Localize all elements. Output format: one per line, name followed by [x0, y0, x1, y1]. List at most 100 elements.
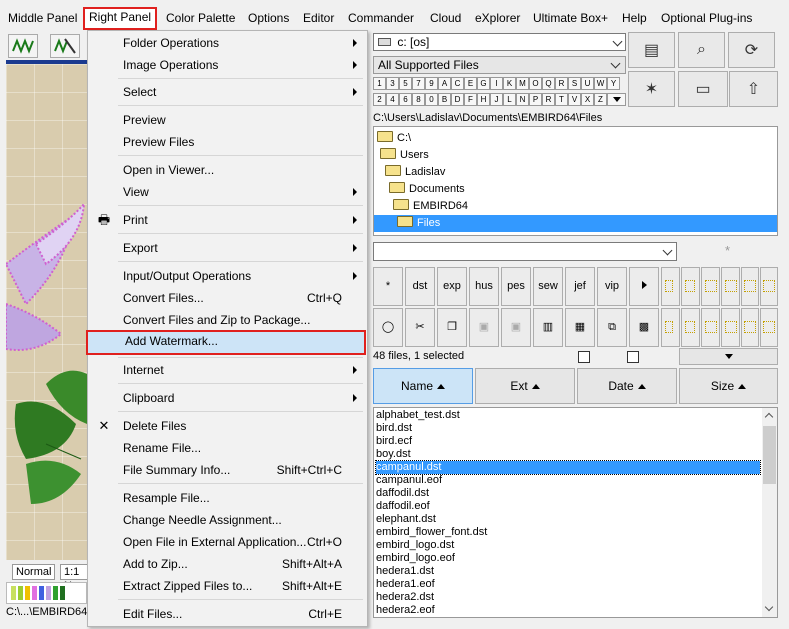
stitch-view-button[interactable]	[8, 34, 38, 58]
list-item[interactable]: alphabet_test.dst	[376, 409, 460, 422]
jump-button[interactable]: 9	[425, 77, 438, 90]
column-ext[interactable]: Ext	[475, 368, 575, 404]
jump-button[interactable]: X	[581, 93, 594, 106]
list-item[interactable]: bird.dst	[376, 422, 412, 435]
search-button[interactable]: ⌕	[678, 32, 725, 68]
checkbox-2[interactable]	[627, 351, 639, 363]
list-item[interactable]: elephant.dst	[376, 513, 436, 526]
scroll-down-icon[interactable]	[764, 602, 774, 612]
grid-2-button[interactable]	[681, 267, 700, 306]
save-button[interactable]: ▦	[565, 308, 595, 347]
format-vip-button[interactable]: vip	[597, 267, 627, 306]
jump-more-button[interactable]	[607, 93, 626, 106]
menu-item-preview[interactable]: Preview	[88, 109, 367, 131]
monitor-button[interactable]: ▩	[629, 308, 659, 347]
scrollbar-thumb[interactable]	[763, 426, 776, 484]
format-exp-button[interactable]: exp	[437, 267, 467, 306]
jump-button[interactable]: W	[594, 77, 607, 90]
menu-item-folder-operations[interactable]: Folder Operations	[88, 32, 367, 54]
list-item[interactable]: hedera1.dst	[376, 565, 434, 578]
sort-dropdown[interactable]	[679, 348, 778, 365]
grid-10-button[interactable]	[721, 308, 740, 347]
menu-item-convert-and-zip[interactable]: Convert Files and Zip to Package...	[88, 309, 367, 331]
file-type-select[interactable]: All Supported Files	[373, 56, 626, 74]
jump-button[interactable]: 5	[399, 77, 412, 90]
up-folder-button[interactable]: ⇧	[729, 71, 778, 107]
file-list[interactable]: alphabet_test.dst bird.dst bird.ecf boy.…	[373, 407, 778, 618]
grid-6-button[interactable]	[760, 267, 778, 306]
menu-item-extract-zipped[interactable]: Extract Zipped Files to... Shift+Alt+E	[88, 575, 367, 597]
jump-button[interactable]: G	[477, 77, 490, 90]
menu-ultimate-box[interactable]: Ultimate Box+	[530, 8, 611, 28]
grid-12-button[interactable]	[760, 308, 778, 347]
menu-item-change-needle-assignment[interactable]: Change Needle Assignment...	[88, 509, 367, 531]
menu-item-export[interactable]: Export	[88, 237, 367, 259]
menu-commander[interactable]: Commander	[345, 8, 417, 28]
grid-4-button[interactable]	[721, 267, 740, 306]
refresh-button[interactable]: ⟳	[728, 32, 775, 68]
format-all-button[interactable]: *	[373, 267, 403, 306]
menu-color-palette[interactable]: Color Palette	[163, 8, 238, 28]
menu-item-internet[interactable]: Internet	[88, 359, 367, 381]
embroidery-canvas[interactable]	[6, 60, 87, 560]
menu-cloud[interactable]: Cloud	[427, 8, 464, 28]
menu-explorer[interactable]: eXplorer	[472, 8, 523, 28]
lasso-button[interactable]: ◯	[373, 308, 403, 347]
copy-button[interactable]: ❐	[437, 308, 467, 347]
menu-item-preview-files[interactable]: Preview Files	[88, 131, 367, 153]
list-item[interactable]: hedera2.eof	[376, 604, 435, 617]
list-item[interactable]: hedera1.eof	[376, 578, 435, 591]
jump-button[interactable]: N	[516, 93, 529, 106]
jump-button[interactable]: O	[529, 77, 542, 90]
menu-item-open-in-viewer[interactable]: Open in Viewer...	[88, 159, 367, 181]
jump-button[interactable]: Q	[542, 77, 555, 90]
list-item[interactable]: campanul.eof	[376, 474, 442, 487]
jump-button[interactable]: K	[503, 77, 516, 90]
list-view-button[interactable]: ▥	[533, 308, 563, 347]
list-item[interactable]: embird_logo.dst	[376, 539, 454, 552]
open-folder-button[interactable]: ▭	[678, 71, 728, 107]
grid-7-button[interactable]	[661, 308, 680, 347]
jump-button[interactable]: R	[542, 93, 555, 106]
menu-item-rename-file[interactable]: Rename File...	[88, 437, 367, 459]
file-list-scrollbar[interactable]	[762, 408, 777, 617]
column-size[interactable]: Size	[679, 368, 778, 404]
menu-item-image-operations[interactable]: Image Operations	[88, 54, 367, 76]
jump-button[interactable]: U	[581, 77, 594, 90]
filter-combo[interactable]	[373, 242, 677, 261]
list-item-selected[interactable]: campanul.dst	[375, 460, 761, 475]
grid-3-button[interactable]	[701, 267, 720, 306]
jump-button[interactable]: B	[438, 93, 451, 106]
column-name[interactable]: Name	[373, 368, 473, 404]
menu-optional-plugins[interactable]: Optional Plug-ins	[658, 8, 755, 28]
menu-item-file-summary-info[interactable]: File Summary Info... Shift+Ctrl+C	[88, 459, 367, 481]
grid-5-button[interactable]	[741, 267, 759, 306]
jump-button[interactable]: I	[490, 77, 503, 90]
jump-button[interactable]: S	[568, 77, 581, 90]
list-item[interactable]: boy.dst	[376, 448, 411, 461]
jump-button[interactable]: E	[464, 77, 477, 90]
new-file-button[interactable]: ✶	[628, 71, 675, 107]
format-sew-button[interactable]: sew	[533, 267, 563, 306]
menu-item-open-external[interactable]: Open File in External Application... Ctrl…	[88, 531, 367, 553]
grid-1-button[interactable]	[661, 267, 680, 306]
grid-11-button[interactable]	[741, 308, 759, 347]
menu-item-view[interactable]: View	[88, 181, 367, 203]
tree-item-users[interactable]: Users	[380, 147, 429, 164]
jump-button[interactable]: Z	[594, 93, 607, 106]
menu-help[interactable]: Help	[619, 8, 650, 28]
format-jef-button[interactable]: jef	[565, 267, 595, 306]
list-item[interactable]: embird_logo.eof	[376, 552, 455, 565]
menu-item-add-to-zip[interactable]: Add to Zip... Shift+Alt+A	[88, 553, 367, 575]
list-item[interactable]: daffodil.dst	[376, 487, 429, 500]
jump-button[interactable]: 8	[412, 93, 425, 106]
menu-editor[interactable]: Editor	[300, 8, 337, 28]
grid-9-button[interactable]	[701, 308, 720, 347]
jump-button[interactable]: V	[568, 93, 581, 106]
list-item[interactable]: embird_flower_font.dst	[376, 526, 487, 539]
jump-button[interactable]: 7	[412, 77, 425, 90]
jump-button[interactable]: 3	[386, 77, 399, 90]
file-info-button[interactable]: ▤	[628, 32, 675, 68]
jump-button[interactable]: M	[516, 77, 529, 90]
tab-one-to-one[interactable]: 1:1 N	[60, 564, 87, 592]
